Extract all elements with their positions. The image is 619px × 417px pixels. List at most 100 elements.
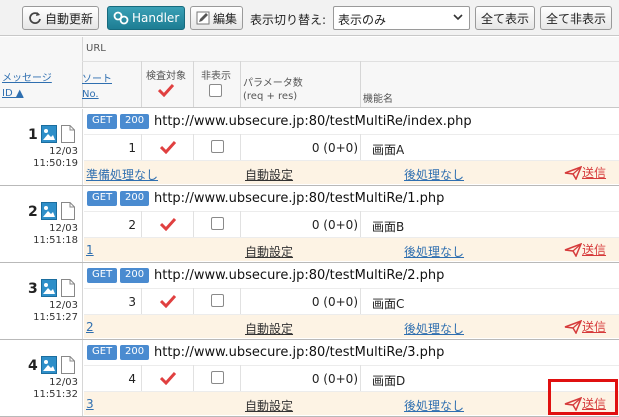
refresh-icon: [29, 12, 41, 24]
sort-header-link[interactable]: ソート: [82, 70, 112, 85]
divider: [240, 365, 241, 391]
display-select[interactable]: 表示のみ: [333, 6, 470, 30]
auto-setting-link[interactable]: 自動設定: [245, 166, 293, 183]
request-url[interactable]: http://www.ubsecure.jp:80/testMultiRe/1.…: [154, 191, 444, 206]
table-row: 2 12/03 11:51:18 GET 200 http://www.ubse…: [0, 186, 619, 263]
pre-process-link[interactable]: 2: [86, 320, 94, 334]
post-process-link[interactable]: 後処理なし: [404, 166, 464, 183]
method-badge: GET: [87, 114, 118, 129]
post-process-link[interactable]: 後処理なし: [404, 243, 464, 260]
method-badge: GET: [87, 268, 118, 283]
hide-checkbox[interactable]: [211, 217, 224, 230]
auto-refresh-label: 自動更新: [45, 11, 94, 26]
sort-number: 3: [128, 295, 136, 309]
image-icon[interactable]: [41, 279, 57, 297]
show-all-button[interactable]: 全て表示: [475, 6, 536, 30]
divider: [360, 365, 361, 391]
id-sort-link[interactable]: ID ▲: [2, 88, 24, 99]
pencil-icon: [196, 11, 210, 25]
edit-button[interactable]: 編集: [190, 6, 244, 30]
divider: [84, 134, 619, 135]
send-button[interactable]: 送信: [564, 318, 606, 335]
divider: [193, 288, 194, 314]
params-sub-header: (req + res): [243, 91, 298, 102]
message-id: 2: [28, 204, 38, 220]
document-icon[interactable]: [61, 279, 75, 297]
message-date: 12/03: [49, 223, 78, 234]
processing-row: 準備処理なし 自動設定 後処理なし 送信: [84, 160, 619, 184]
divider: [360, 61, 361, 107]
hide-all-button[interactable]: 全て非表示: [540, 6, 613, 30]
request-url[interactable]: http://www.ubsecure.jp:80/testMultiRe/3.…: [154, 345, 444, 360]
message-time: 11:51:18: [33, 235, 78, 246]
check-icon[interactable]: [160, 294, 176, 308]
hide-checkbox[interactable]: [211, 294, 224, 307]
auto-setting-link[interactable]: 自動設定: [245, 243, 293, 260]
auto-setting-link[interactable]: 自動設定: [245, 397, 293, 414]
processing-row: 2 自動設定 後処理なし 送信: [84, 314, 619, 338]
table-row: 1 12/03 11:50:19 GET 200 http://www.ubse…: [0, 109, 619, 186]
post-process-link[interactable]: 後処理なし: [404, 320, 464, 337]
divider: [240, 211, 241, 237]
send-button[interactable]: 送信: [564, 241, 606, 258]
function-name: 画面B: [372, 220, 405, 234]
divider: [82, 61, 619, 62]
pre-process-link[interactable]: 1: [86, 243, 94, 257]
pre-process-link[interactable]: 3: [86, 397, 94, 411]
paper-plane-icon: [564, 242, 582, 257]
link-icon: [113, 11, 129, 25]
message-header-link[interactable]: メッセージ: [2, 69, 52, 84]
url-header: URL: [86, 43, 106, 54]
document-icon[interactable]: [61, 202, 75, 220]
hide-checkbox[interactable]: [211, 371, 224, 384]
divider: [141, 134, 142, 160]
send-button[interactable]: 送信: [564, 164, 606, 181]
message-id: 4: [28, 358, 38, 374]
divider: [141, 211, 142, 237]
check-icon[interactable]: [160, 140, 176, 154]
divider: [82, 263, 83, 339]
divider: [360, 288, 361, 314]
divider: [193, 211, 194, 237]
status-badge: 200: [120, 114, 150, 129]
message-date: 12/03: [49, 146, 78, 157]
edit-label: 編集: [213, 11, 238, 26]
chevron-down-icon: [453, 14, 463, 21]
post-process-link[interactable]: 後処理なし: [404, 397, 464, 414]
message-time: 11:50:19: [33, 158, 78, 169]
check-all-icon[interactable]: [158, 83, 174, 97]
auto-refresh-button[interactable]: 自動更新: [22, 6, 100, 30]
message-time: 11:51:32: [33, 389, 78, 400]
sort-no-link[interactable]: No.: [82, 89, 99, 100]
paper-plane-icon: [564, 165, 582, 180]
function-name: 画面A: [372, 143, 405, 157]
image-icon[interactable]: [41, 356, 57, 374]
divider: [141, 288, 142, 314]
divider: [193, 365, 194, 391]
send-button-highlight: [548, 379, 618, 415]
document-icon[interactable]: [61, 356, 75, 374]
message-id: 1: [28, 127, 38, 143]
request-url[interactable]: http://www.ubsecure.jp:80/testMultiRe/2.…: [154, 268, 444, 283]
pre-process-link[interactable]: 準備処理なし: [86, 166, 158, 183]
check-icon[interactable]: [160, 217, 176, 231]
auto-setting-link[interactable]: 自動設定: [245, 320, 293, 337]
document-icon[interactable]: [61, 125, 75, 143]
status-badge: 200: [120, 191, 150, 206]
display-select-value: 表示のみ: [338, 13, 387, 27]
handler-button[interactable]: Handler: [107, 6, 186, 30]
hidden-header: 非表示: [201, 71, 231, 82]
divider: [240, 61, 241, 107]
hide-checkbox[interactable]: [211, 140, 224, 153]
request-url[interactable]: http://www.ubsecure.jp:80/testMultiRe/in…: [154, 114, 472, 129]
hide-all-checkbox[interactable]: [209, 84, 222, 97]
image-icon[interactable]: [41, 202, 57, 220]
send-label: 送信: [582, 320, 607, 334]
image-icon[interactable]: [41, 125, 57, 143]
params-header: パラメータ数: [243, 78, 303, 89]
paper-plane-icon: [564, 319, 582, 334]
status-badge: 200: [120, 345, 150, 360]
function-name-header: 機能名: [363, 94, 393, 105]
check-icon[interactable]: [160, 371, 176, 385]
table-header: URL メッセージ ID ▲ ソート No. 検査対象 非表示 パラメータ数 (…: [0, 37, 619, 108]
